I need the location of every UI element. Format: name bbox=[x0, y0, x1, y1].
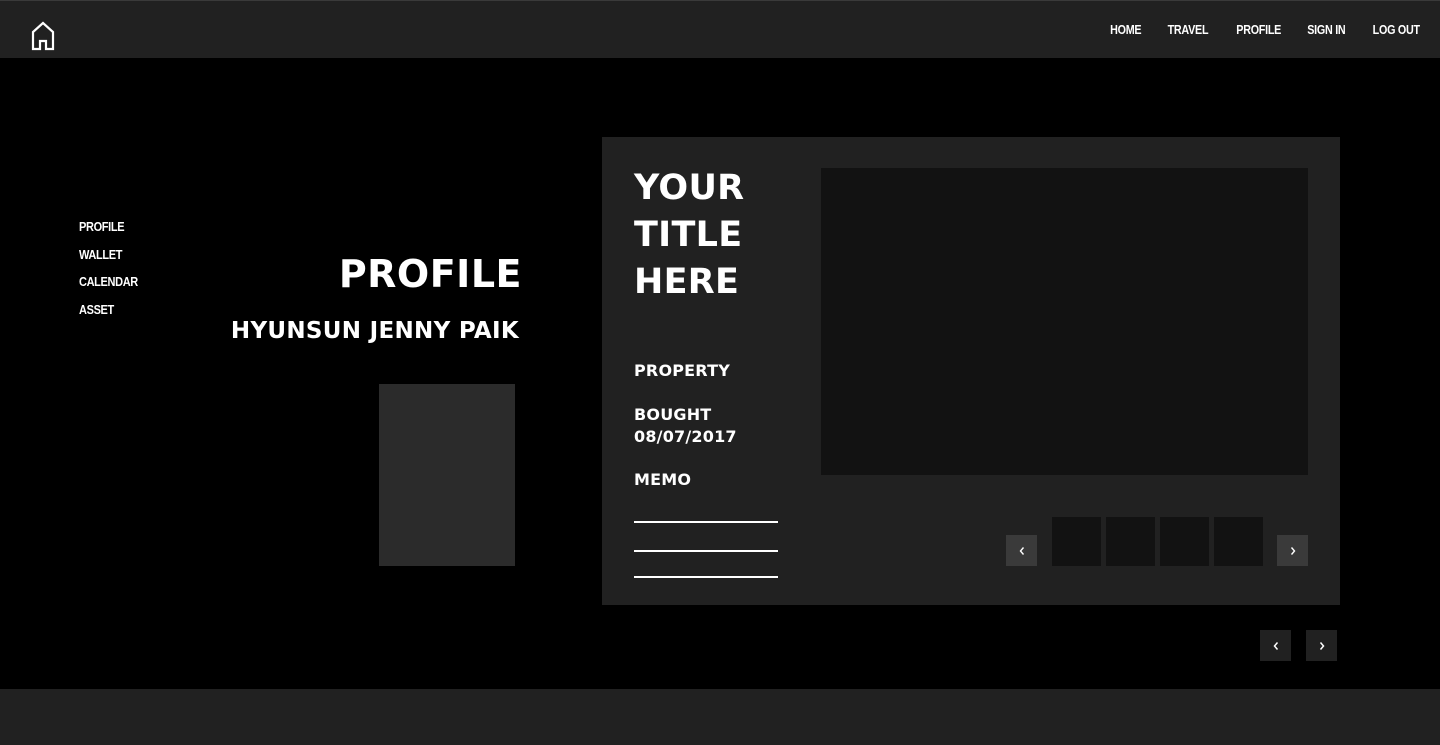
nav-profile-link[interactable]: PROFILE bbox=[1236, 23, 1281, 37]
page-title: PROFILE bbox=[338, 252, 522, 296]
thumbnail-prev-button[interactable] bbox=[1006, 535, 1037, 566]
thumbnail[interactable] bbox=[1214, 517, 1263, 566]
asset-card: YOUR TITLE HERE PROPERTY BOUGHT 08/07/20… bbox=[602, 137, 1340, 605]
card-title-line: HERE bbox=[634, 262, 740, 302]
bought-label: BOUGHT bbox=[634, 405, 712, 424]
page-next-button[interactable] bbox=[1306, 630, 1337, 661]
nav-sign-in-link[interactable]: SIGN IN bbox=[1307, 23, 1345, 37]
top-navigation-bar: HOME TRAVEL PROFILE SIGN IN LOG OUT bbox=[0, 0, 1440, 58]
sidebar-item-profile[interactable]: PROFILE bbox=[79, 219, 138, 247]
chevron-left-icon bbox=[1273, 641, 1278, 650]
sidebar-item-asset[interactable]: ASSET bbox=[79, 302, 138, 330]
sidebar-item-calendar[interactable]: CALENDAR bbox=[79, 274, 138, 302]
chevron-right-icon bbox=[1319, 641, 1324, 650]
memo-line[interactable] bbox=[634, 521, 778, 523]
page-prev-button[interactable] bbox=[1260, 630, 1291, 661]
memo-line[interactable] bbox=[634, 576, 778, 578]
memo-line[interactable] bbox=[634, 550, 778, 552]
sidebar-item-wallet[interactable]: WALLET bbox=[79, 247, 138, 275]
memo-label: MEMO bbox=[634, 470, 692, 489]
main-image-placeholder bbox=[821, 168, 1308, 475]
bought-date: 08/07/2017 bbox=[634, 427, 737, 446]
home-logo-icon[interactable] bbox=[30, 21, 56, 51]
thumbnail[interactable] bbox=[1052, 517, 1101, 566]
card-title-line: YOUR bbox=[634, 168, 745, 208]
thumbnail[interactable] bbox=[1160, 517, 1209, 566]
card-title-line: TITLE bbox=[634, 215, 743, 255]
property-label: PROPERTY bbox=[634, 361, 731, 380]
bought-info: BOUGHT 08/07/2017 bbox=[634, 404, 737, 448]
side-menu: PROFILE WALLET CALENDAR ASSET bbox=[79, 219, 146, 329]
chevron-left-icon bbox=[1019, 546, 1024, 555]
nav-log-out-link[interactable]: LOG OUT bbox=[1373, 23, 1420, 37]
profile-photo-placeholder bbox=[379, 384, 515, 566]
card-title: YOUR TITLE HERE bbox=[634, 165, 804, 306]
nav-home-link[interactable]: HOME bbox=[1110, 23, 1141, 37]
thumbnail-next-button[interactable] bbox=[1277, 535, 1308, 566]
profile-name: HYUNSUN JENNY PAIK bbox=[230, 318, 519, 344]
nav-travel-link[interactable]: TRAVEL bbox=[1168, 23, 1209, 37]
main-nav: HOME TRAVEL PROFILE SIGN IN LOG OUT bbox=[1105, 23, 1420, 37]
footer bbox=[0, 689, 1440, 745]
thumbnail[interactable] bbox=[1106, 517, 1155, 566]
chevron-right-icon bbox=[1290, 546, 1295, 555]
